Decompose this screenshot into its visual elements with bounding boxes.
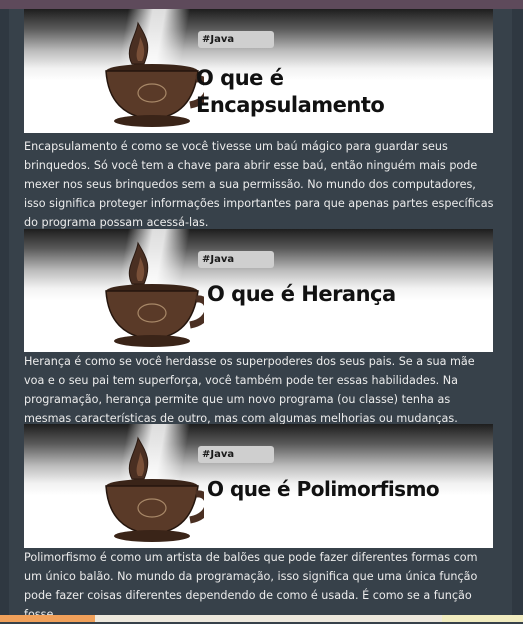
polimorfismo-description: Polimorfismo é como um artista de balões… xyxy=(24,551,478,621)
encapsulamento-description: Encapsulamento é como se você tivesse um… xyxy=(24,140,494,229)
heranca-title: O que é Herança xyxy=(207,282,396,306)
coffee-cup-logo-icon xyxy=(105,241,204,347)
bottom-accent-right xyxy=(442,615,523,622)
window-top-bar xyxy=(0,0,523,9)
coffee-cup-logo-icon xyxy=(105,21,204,127)
java-tag-label: #Java xyxy=(198,251,274,268)
title-line-2: Encapsulamento xyxy=(196,93,385,117)
heranca-description: Herança é como se você herdasse os super… xyxy=(24,355,475,425)
java-tag-label: #Java xyxy=(198,31,274,48)
coffee-cup-logo-icon xyxy=(105,436,204,542)
polimorfismo-title: O que é Polimorfismo xyxy=(207,477,440,501)
right-scroll-rail[interactable] xyxy=(512,9,523,615)
encapsulamento-title: O que é Encapsulamento xyxy=(196,65,385,119)
java-tag-label: #Java xyxy=(198,446,274,463)
left-rail xyxy=(0,9,9,615)
polimorfismo-banner-image: #Java O que é Polimorfismo xyxy=(24,424,493,548)
bottom-accent-left xyxy=(0,615,95,622)
heranca-banner-image: #Java O que é Herança xyxy=(24,229,493,352)
encapsulamento-banner-image: #Java O que é Encapsulamento xyxy=(24,9,493,133)
post-feed: #Java O que é Encapsulamento Encapsulame… xyxy=(24,9,494,624)
bottom-status-bar xyxy=(0,615,523,622)
title-line-1: O que é xyxy=(196,66,284,90)
